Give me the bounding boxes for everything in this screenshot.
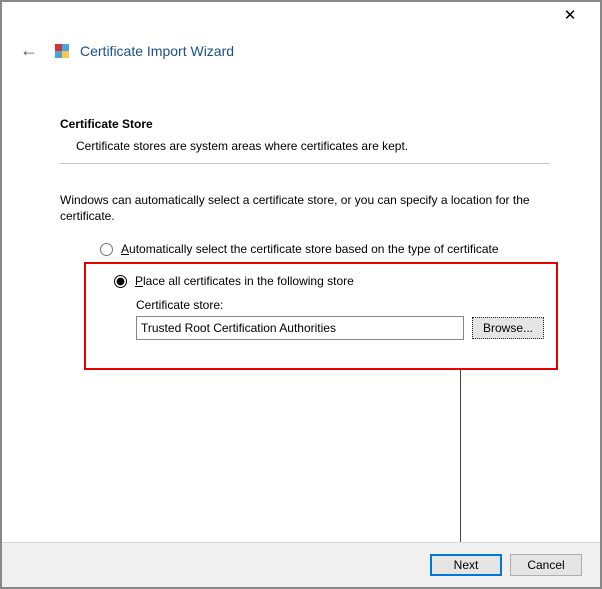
- shield-icon: [54, 43, 70, 59]
- section-description: Certificate stores are system areas wher…: [76, 139, 550, 153]
- radio-auto-input[interactable]: [100, 243, 113, 256]
- next-button[interactable]: Next: [430, 554, 502, 576]
- wizard-window: ✕ ← Certificate Import Wizard Certificat…: [2, 2, 600, 587]
- cancel-button[interactable]: Cancel: [510, 554, 582, 576]
- store-input-row: Browse...: [136, 316, 544, 340]
- wizard-title: Certificate Import Wizard: [80, 43, 234, 59]
- browse-button[interactable]: Browse...: [472, 317, 544, 339]
- radio-auto-label: Automatically select the certificate sto…: [121, 242, 499, 256]
- next-button-label: Next: [454, 558, 479, 572]
- radio-place-label: Place all certificates in the following …: [135, 274, 354, 288]
- radio-place-store[interactable]: Place all certificates in the following …: [114, 274, 544, 288]
- body: Certificate Store Certificate stores are…: [2, 61, 600, 370]
- radio-place-input[interactable]: [114, 275, 127, 288]
- titlebar: ✕: [2, 2, 600, 28]
- footer: Next Cancel: [2, 542, 600, 587]
- back-button[interactable]: ←: [14, 40, 44, 61]
- header: ← Certificate Import Wizard: [2, 28, 600, 61]
- highlighted-selection: Place all certificates in the following …: [84, 262, 558, 370]
- store-label: Certificate store:: [136, 298, 544, 312]
- close-button[interactable]: ✕: [550, 6, 590, 28]
- radio-auto-select[interactable]: Automatically select the certificate sto…: [100, 242, 550, 256]
- store-row: Certificate store: Browse...: [136, 298, 544, 340]
- store-input[interactable]: [136, 316, 464, 340]
- annotation-line: [460, 370, 461, 544]
- divider: [60, 163, 550, 164]
- section-title: Certificate Store: [60, 117, 550, 131]
- explain-text: Windows can automatically select a certi…: [60, 192, 550, 224]
- browse-button-label: Browse...: [483, 321, 533, 335]
- cancel-button-label: Cancel: [527, 558, 564, 572]
